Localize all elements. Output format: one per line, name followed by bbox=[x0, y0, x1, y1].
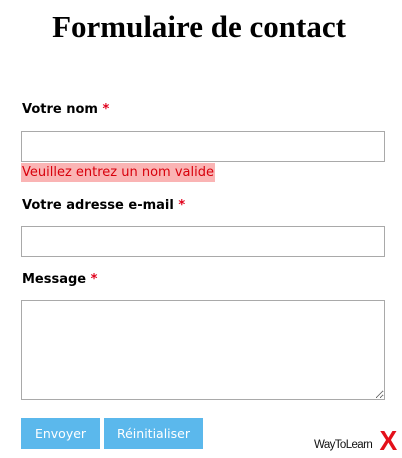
required-marker: * bbox=[178, 198, 186, 213]
name-input[interactable] bbox=[21, 131, 385, 162]
email-label: Votre adresse e-mail * bbox=[22, 198, 185, 214]
waytolearn-logo: WayToLearn X bbox=[314, 427, 400, 457]
name-label: Votre nom * bbox=[22, 102, 109, 118]
name-error-message: Veuillez entrez un nom valide bbox=[21, 163, 215, 182]
email-input[interactable] bbox=[21, 226, 385, 257]
message-label-text: Message bbox=[22, 272, 87, 287]
email-label-text: Votre adresse e-mail bbox=[22, 198, 174, 213]
required-marker: * bbox=[90, 272, 98, 287]
name-label-text: Votre nom bbox=[22, 102, 98, 117]
message-label: Message * bbox=[22, 272, 97, 288]
required-marker: * bbox=[102, 102, 110, 117]
logo-text: WayToLearn bbox=[314, 439, 373, 451]
message-textarea[interactable] bbox=[21, 300, 385, 400]
logo-x-mark: X bbox=[379, 425, 398, 456]
submit-button[interactable]: Envoyer bbox=[21, 418, 100, 449]
page-title: Formulaire de contact bbox=[52, 9, 346, 44]
reset-button[interactable]: Réinitialiser bbox=[104, 418, 203, 449]
